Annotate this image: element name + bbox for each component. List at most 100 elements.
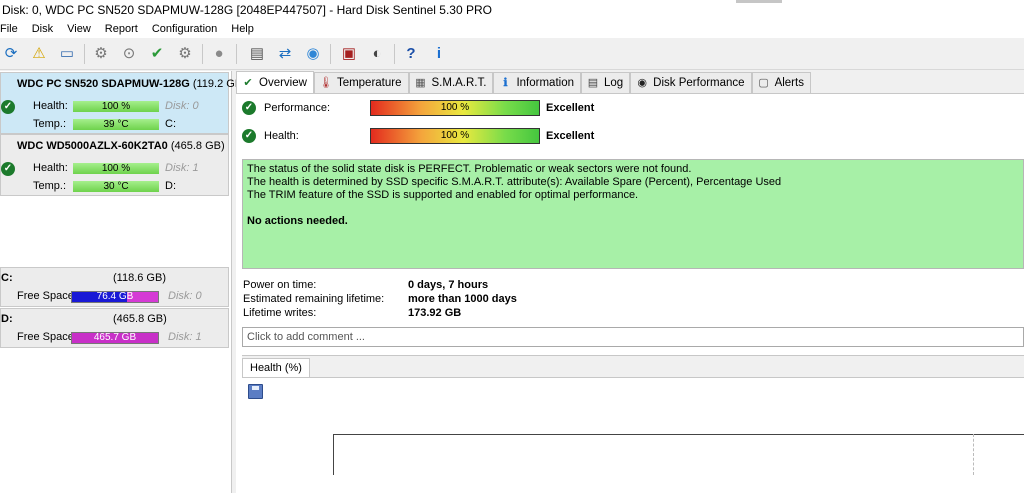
health-bar: 100 % [73,101,159,112]
tab-log[interactable]: ▤ Log [580,72,631,93]
tab-label: Alerts [774,77,804,89]
title-accent [736,0,782,3]
power-on-label: Power on time: [243,279,317,291]
tab-label: Information [516,77,574,89]
tab-label: Log [603,77,624,89]
tab-strip: ✔ Overview 🌡 Temperature ▦ S.M.A.R.T. ℹ Info… [236,71,1024,93]
drive-letter: C: [165,118,176,130]
overview-content: ✓ Performance: 100 % Excellent ✓ Health:… [236,93,1024,493]
menu-disk[interactable]: Disk [32,23,61,35]
disk-name: WDC PC SN520 SDAPMUW-128G (119.2 GB) [17,78,246,90]
toolbar-separator [84,44,85,64]
tab-temperature[interactable]: 🌡 Temperature [313,72,409,93]
ok-check-icon: ✓ [1,100,15,114]
performance-bar: 100 % [370,100,540,116]
disk-panel: WDC PC SN520 SDAPMUW-128G (119.2 GB) ✓ H… [0,71,246,493]
power-on-value: 0 days, 7 hours [408,279,489,291]
disk-number: Disk: 0 [168,290,202,302]
health-bar: 100 % [73,163,159,174]
warning-icon[interactable]: ⚠ [28,42,50,64]
drive-letter: D: [165,180,176,192]
disk-number: Disk: 0 [165,100,199,112]
free-space-value: 76.4 GB [96,291,134,302]
ok-check-icon: ✓ [1,162,15,176]
menu-configuration[interactable]: Configuration [152,23,225,35]
disk-check-icon[interactable]: ⊙ [118,42,140,64]
alerts-icon: ▢ [758,77,769,89]
health-label: Health: [33,100,68,112]
save-icon[interactable] [248,384,263,399]
tab-label: Disk Performance [653,77,745,89]
volume-size: (118.6 GB) [113,272,166,284]
gauge-icon: ◉ [637,77,647,89]
remaining-lifetime-label: Estimated remaining lifetime: [243,293,385,305]
info-report-icon[interactable]: ▣ [338,42,360,64]
comment-field[interactable]: Click to add comment ... [242,327,1024,347]
tab-disk-performance[interactable]: ◉ Disk Performance [630,72,752,93]
health-bar: 100 % [370,128,540,144]
free-space-bar: 465.7 GB [71,332,159,344]
menu-report[interactable]: Report [105,23,146,35]
menu-bar: File Disk View Report Configuration Help [0,20,1024,38]
menu-file[interactable]: File [0,23,26,35]
free-space-value: 465.7 GB [93,332,137,343]
screen-icon[interactable]: ▭ [56,42,78,64]
volume-letter: D: [1,313,13,325]
volume-d[interactable]: D: (465.8 GB) Free Space 465.7 GB Disk: … [0,308,229,348]
volume-letter: C: [1,272,13,284]
chip-icon: ▦ [415,77,426,89]
disk-entry-1[interactable]: WDC WD5000AZLX-60K2TA0 (465.8 GB) ✓ Heal… [0,134,229,196]
help-icon[interactable]: ? [400,42,422,64]
status-line: The status of the solid state disk is PE… [247,163,692,175]
globe-icon[interactable]: ◉ [302,42,324,64]
free-space-label: Free Space [17,290,74,302]
disk-ok-icon[interactable]: ✔ [146,42,168,64]
disk-name: WDC WD5000AZLX-60K2TA0 (465.8 GB) [17,140,225,152]
lifetime-writes-label: Lifetime writes: [243,307,317,319]
status-text-box: The status of the solid state disk is PE… [242,159,1024,269]
status-line: The TRIM feature of the SSD is supported… [247,189,639,201]
tab-label: Overview [259,76,307,89]
tab-label: Temperature [336,77,402,89]
window-title: Disk: 0, WDC PC SN520 SDAPMUW-128G [2048… [2,3,492,17]
refresh-icon[interactable]: ⟳ [0,42,22,64]
report-icon[interactable]: ▤ [246,42,268,64]
temp-label: Temp.: [33,180,67,192]
ok-check-icon: ✓ [242,101,256,115]
health-graph [242,377,1024,475]
temp-bar: 30 °C [73,181,159,192]
ok-check-icon: ✓ [242,129,256,143]
tab-information[interactable]: ℹ Information [493,72,581,93]
tab-alerts[interactable]: ▢ Alerts [751,72,811,93]
sync-icon[interactable]: ⇄ [274,42,296,64]
tab-overview[interactable]: ✔ Overview [236,71,314,93]
thermometer-icon: 🌡 [318,77,333,89]
status-line: The health is determined by SSD specific… [247,176,782,188]
disk-tool-icon[interactable]: ⚙ [90,42,112,64]
info-icon: ℹ [503,77,508,89]
toolbar-separator [394,44,395,64]
disk-number: Disk: 1 [168,331,202,343]
tab-label: S.M.A.R.T. [431,77,487,89]
volume-c[interactable]: C: (118.6 GB) Free Space 76.4 GB Disk: 0 [0,267,229,307]
graph-frame [333,434,1024,475]
gray-disk-icon[interactable]: ● [208,42,230,64]
speaker-icon[interactable]: ◐ [366,42,388,64]
temp-label: Temp.: [33,118,67,130]
performance-rating: Excellent [546,102,595,114]
health-rating: Excellent [546,130,595,142]
disk-number: Disk: 1 [165,162,199,174]
menu-help[interactable]: Help [231,23,262,35]
lifetime-writes-value: 173.92 GB [408,307,462,319]
tab-health-percent[interactable]: Health (%) [242,358,310,378]
tab-smart[interactable]: ▦ S.M.A.R.T. [408,72,494,93]
toolbar: ⟳ ⚠ ▭ ⚙ ⊙ ✔ ⚙ ● ▤ ⇄ ◉ ▣ ◐ ? i [0,38,1024,70]
volume-size: (465.8 GB) [113,313,167,325]
health-label: Health: [264,130,299,142]
disk-surface-icon[interactable]: ⚙ [174,42,196,64]
info-icon[interactable]: i [428,42,450,64]
health-graph-area: Health (%) [242,355,1024,475]
free-space-bar: 76.4 GB [71,291,159,303]
disk-entry-0[interactable]: WDC PC SN520 SDAPMUW-128G (119.2 GB) ✓ H… [0,72,246,134]
menu-view[interactable]: View [67,23,99,35]
